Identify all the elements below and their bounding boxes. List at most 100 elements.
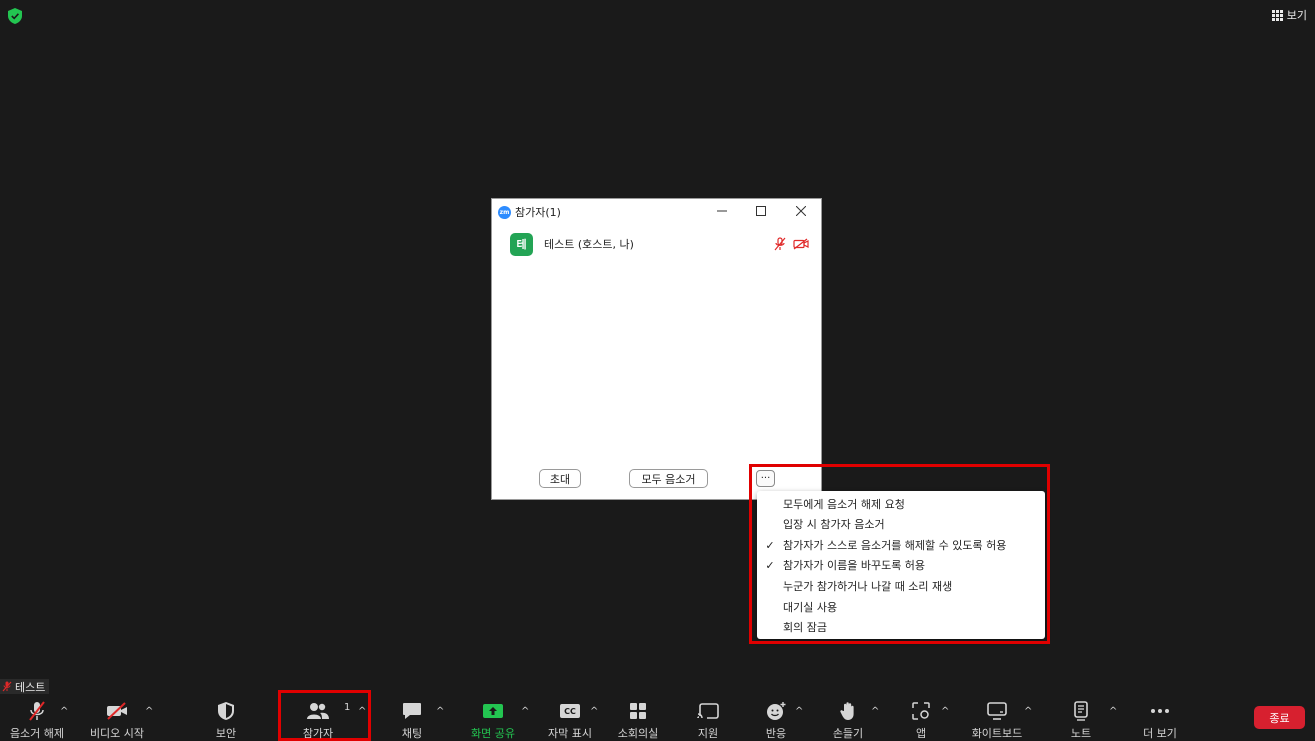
participants-button[interactable]: 1 참가자 [290, 700, 351, 741]
participants-count: 1 [344, 702, 351, 713]
start-video-button[interactable]: 비디오 시작 [88, 700, 146, 741]
video-off-icon [107, 702, 127, 720]
breakout-rooms-label: 소회의실 [617, 727, 659, 740]
maximize-icon [756, 206, 766, 216]
notes-button[interactable]: 노트 [1064, 700, 1098, 741]
chat-label: 채팅 [401, 727, 423, 740]
breakout-rooms-icon [630, 703, 646, 719]
cc-icon: CC [560, 704, 580, 718]
window-title: zm 참가자(1) [498, 204, 561, 220]
raise-hand-button[interactable]: 손들기 [826, 700, 870, 741]
view-label: 보기 [1286, 9, 1307, 22]
reactions-options-caret[interactable]: ^ [795, 706, 803, 717]
menu-item-play-sound[interactable]: 누군가 참가하거나 나갈 때 소리 재생 [757, 576, 1045, 596]
more-dots-icon [1151, 709, 1169, 713]
participant-avatar: 테 [510, 232, 533, 256]
menu-item-label: 회의 잠금 [783, 621, 827, 634]
checkmark-icon: ✓ [765, 538, 775, 552]
security-button[interactable]: 보안 [206, 700, 246, 741]
zoom-logo-icon: zm [498, 205, 511, 219]
apps-button[interactable]: 앱 [906, 700, 936, 741]
raise-hand-icon [840, 702, 854, 720]
whiteboard-label: 화이트보드 [971, 727, 1023, 740]
participants-options-caret[interactable]: ^ [358, 706, 366, 717]
menu-item-label: 입장 시 참가자 음소거 [783, 518, 885, 531]
participant-options-menu: 모두에게 음소거 해제 요청 입장 시 참가자 음소거 ✓ 참가자가 스스로 음… [757, 491, 1045, 639]
notes-options-caret[interactable]: ^ [1109, 706, 1117, 717]
end-meeting-button[interactable]: 종료 [1254, 706, 1305, 729]
start-video-label: 비디오 시작 [89, 727, 145, 740]
maximize-button[interactable] [752, 203, 770, 219]
support-button[interactable]: 지원 [688, 700, 728, 741]
chat-button[interactable]: 채팅 [392, 700, 432, 741]
menu-item-label: 대기실 사용 [783, 601, 838, 614]
raise-hand-options-caret[interactable]: ^ [871, 706, 879, 717]
menu-item-label: 누군가 참가하거나 나갈 때 소리 재생 [783, 580, 953, 593]
menu-item-label: 모두에게 음소거 해제 요청 [783, 498, 905, 511]
reactions-button[interactable]: 반응 [756, 700, 796, 741]
more-label: 더 보기 [1143, 727, 1177, 740]
notes-label: 노트 [1070, 727, 1092, 740]
chat-icon [403, 703, 421, 719]
participant-row[interactable]: 테 테스트 (호스트, 나) [510, 232, 809, 256]
video-off-icon [793, 238, 809, 250]
minimize-button[interactable] [713, 203, 731, 219]
reactions-label: 반응 [765, 727, 787, 740]
unmute-label: 음소거 해제 [9, 727, 65, 740]
captions-options-caret[interactable]: ^ [590, 706, 598, 717]
whiteboard-icon [987, 702, 1007, 720]
share-screen-button[interactable]: 화면 공유 [466, 700, 520, 741]
participants-label: 참가자 [302, 727, 334, 740]
share-screen-label: 화면 공유 [471, 727, 515, 740]
captions-button[interactable]: CC 자막 표시 [544, 700, 596, 741]
menu-item-label: 참가자가 스스로 음소거를 해제할 수 있도록 허용 [783, 539, 1007, 552]
breakout-rooms-button[interactable]: 소회의실 [614, 700, 662, 741]
mute-all-button[interactable]: 모두 음소거 [629, 469, 708, 488]
whiteboard-button[interactable]: 화이트보드 [966, 700, 1028, 741]
captions-label: 자막 표시 [548, 727, 592, 740]
apps-label: 앱 [915, 727, 927, 740]
mic-muted-icon [774, 237, 786, 251]
participant-name: 테스트 (호스트, 나) [544, 238, 634, 251]
menu-item-ask-all-unmute[interactable]: 모두에게 음소거 해제 요청 [757, 494, 1045, 514]
menu-item-waiting-room[interactable]: 대기실 사용 [757, 597, 1045, 617]
window-title-text: 참가자(1) [515, 206, 561, 219]
chat-options-caret[interactable]: ^ [436, 706, 444, 717]
menu-item-label: 참가자가 이름을 바꾸도록 허용 [783, 559, 926, 572]
reactions-emoji-icon [767, 702, 786, 720]
whiteboard-options-caret[interactable]: ^ [1024, 706, 1032, 717]
video-options-caret[interactable]: ^ [145, 706, 153, 717]
grid-icon [1271, 9, 1283, 21]
menu-item-allow-self-unmute[interactable]: ✓ 참가자가 스스로 음소거를 해제할 수 있도록 허용 [757, 535, 1045, 555]
menu-item-allow-rename[interactable]: ✓ 참가자가 이름을 바꾸도록 허용 [757, 555, 1045, 575]
share-options-caret[interactable]: ^ [521, 706, 529, 717]
apps-icon [912, 702, 930, 720]
checkmark-icon: ✓ [765, 558, 775, 572]
more-options-button[interactable]: ··· [756, 470, 775, 487]
menu-item-mute-on-entry[interactable]: 입장 시 참가자 음소거 [757, 514, 1045, 534]
unmute-button[interactable]: 음소거 해제 [8, 700, 66, 741]
participants-icon [307, 703, 329, 719]
view-button[interactable]: 보기 [1271, 6, 1307, 24]
apps-options-caret[interactable]: ^ [941, 706, 949, 717]
self-name-tag: 테스트 [0, 679, 50, 694]
shield-icon [218, 702, 234, 720]
audio-options-caret[interactable]: ^ [60, 706, 68, 717]
support-cast-icon [697, 703, 719, 719]
invite-button[interactable]: 초대 [539, 469, 581, 488]
self-name: 테스트 [15, 680, 46, 694]
minimize-icon [717, 210, 727, 212]
mic-muted-icon [2, 681, 12, 692]
notes-icon [1074, 701, 1088, 721]
encryption-shield-icon[interactable] [8, 8, 22, 24]
raise-hand-label: 손들기 [832, 727, 864, 740]
more-button[interactable]: 더 보기 [1138, 700, 1182, 741]
close-button[interactable] [792, 203, 810, 219]
support-label: 지원 [697, 727, 719, 740]
mic-muted-icon [29, 701, 45, 721]
participants-window: zm 참가자(1) 테 테스트 (호스트, 나) 초대 모두 음소거 ··· [491, 198, 822, 500]
security-label: 보안 [215, 727, 237, 740]
share-screen-icon [483, 704, 503, 718]
close-icon [796, 206, 806, 216]
menu-item-lock-meeting[interactable]: 회의 잠금 [757, 617, 1045, 637]
